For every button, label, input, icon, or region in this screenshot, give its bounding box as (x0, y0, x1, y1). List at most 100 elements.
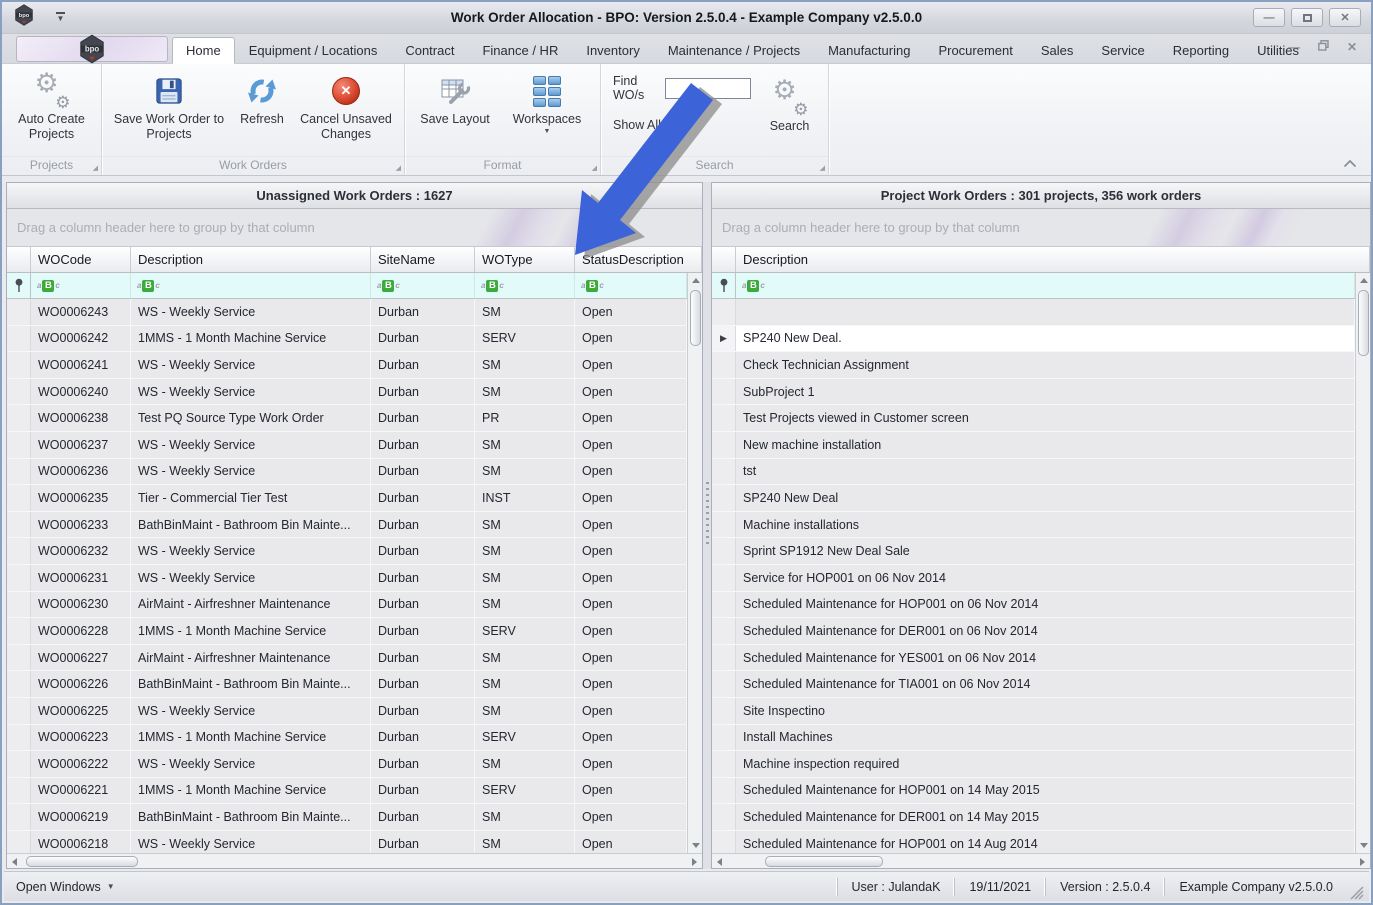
column-header-wocode[interactable]: WOCode (31, 247, 131, 272)
table-row[interactable]: Scheduled Maintenance for HOP001 on 14 M… (712, 777, 1355, 805)
table-row[interactable]: WO0006237 WS - Weekly Service Durban SM Open (7, 431, 687, 459)
table-row[interactable]: WO0006218 WS - Weekly Service Durban SM Open (7, 830, 687, 853)
dialog-launcher-icon[interactable]: ◢ (820, 165, 825, 172)
save-work-order-button[interactable]: Save Work Order to Projects (106, 67, 232, 156)
tab-contract[interactable]: Contract (391, 37, 468, 63)
filter-cell-wotype[interactable]: aBc (475, 273, 575, 298)
maximize-button[interactable] (1291, 8, 1323, 27)
auto-create-projects-button[interactable]: ⚙ ⚙ Auto Create Projects (6, 67, 97, 156)
scrollbar-thumb[interactable] (26, 855, 138, 867)
scroll-up-icon[interactable] (688, 273, 703, 288)
tab-home[interactable]: Home (172, 37, 235, 64)
table-row[interactable]: tst (712, 458, 1355, 486)
table-row[interactable]: Install Machines (712, 724, 1355, 752)
table-row[interactable]: WO0006238 Test PQ Source Type Work Order D… (7, 405, 687, 432)
table-row[interactable]: WO0006222 WS - Weekly Service Durban SM Open (7, 751, 687, 778)
table-row[interactable]: Sprint SP1912 New Deal Sale (712, 538, 1355, 565)
table-row[interactable]: WO0006231 WS - Weekly Service Durban SM Open (7, 564, 687, 592)
table-row[interactable]: WO0006228 1MMS - 1 Month Machine Service D… (7, 618, 687, 645)
dialog-launcher-icon[interactable]: ◢ (592, 165, 597, 172)
show-all-checkbox[interactable] (667, 116, 685, 133)
mdi-minimize-icon[interactable]: — (1288, 40, 1300, 54)
refresh-button[interactable]: Refresh (232, 67, 292, 156)
right-group-by-bar[interactable]: Drag a column header here to group by th… (712, 209, 1370, 247)
table-row[interactable]: Machine installations (712, 511, 1355, 539)
table-row[interactable]: WO0006223 1MMS - 1 Month Machine Service D… (7, 724, 687, 752)
right-horizontal-scrollbar[interactable] (712, 853, 1370, 868)
find-wo-input[interactable] (664, 77, 751, 99)
column-header-statusdescription[interactable]: StatusDescription (575, 247, 702, 272)
filter-cell-statusdescription[interactable]: aBc (575, 273, 687, 298)
table-row[interactable]: WO0006233 BathBinMaint - Bathroom Bin Mai… (7, 511, 687, 539)
scroll-right-icon[interactable] (1355, 854, 1370, 869)
table-row[interactable]: WO0006235 Tier - Commercial Tier Test Durb… (7, 485, 687, 512)
dialog-launcher-icon[interactable]: ◢ (396, 165, 401, 172)
filter-pin-cell[interactable] (7, 273, 31, 298)
table-row[interactable] (712, 299, 1355, 326)
scroll-up-icon[interactable] (1356, 273, 1371, 288)
left-group-by-bar[interactable]: Drag a column header here to group by th… (7, 209, 702, 247)
table-row[interactable]: Scheduled Maintenance for DER001 on 06 N… (712, 618, 1355, 645)
minimize-button[interactable]: — (1253, 8, 1285, 27)
table-row[interactable]: WO0006232 WS - Weekly Service Durban SM Open (7, 538, 687, 565)
column-header-description[interactable]: Description (131, 247, 371, 272)
table-row[interactable]: Scheduled Maintenance for TIA001 on 06 N… (712, 671, 1355, 698)
table-row[interactable]: Scheduled Maintenance for YES001 on 06 N… (712, 644, 1355, 672)
table-row[interactable]: WO0006221 1MMS - 1 Month Machine Service D… (7, 777, 687, 805)
table-row[interactable]: WO0006243 WS - Weekly Service Durban SM Open (7, 299, 687, 326)
table-row[interactable]: WO0006242 1MMS - 1 Month Machine Service D… (7, 325, 687, 353)
mdi-restore-icon[interactable] (1318, 40, 1329, 54)
filter-cell-description[interactable]: aBc (736, 273, 1355, 298)
tab-procurement[interactable]: Procurement (924, 37, 1026, 63)
tab-manufacturing[interactable]: Manufacturing (814, 37, 924, 63)
tab-equipment-locations[interactable]: Equipment / Locations (235, 37, 392, 63)
workspaces-button[interactable]: Workspaces ▼ (501, 67, 593, 156)
table-row[interactable]: Check Technician Assignment (712, 352, 1355, 379)
table-row[interactable]: WO0006227 AirMaint - Airfreshner Maintena… (7, 644, 687, 672)
column-header-sitename[interactable]: SiteName (371, 247, 475, 272)
scroll-down-icon[interactable] (688, 838, 703, 853)
scroll-left-icon[interactable] (7, 854, 22, 869)
column-header-wotype[interactable]: WOType (475, 247, 575, 272)
table-row[interactable]: SubProject 1 (712, 378, 1355, 406)
right-vertical-scrollbar[interactable] (1355, 273, 1370, 853)
scroll-down-icon[interactable] (1356, 838, 1371, 853)
tab-reporting[interactable]: Reporting (1159, 37, 1243, 63)
column-header-description[interactable]: Description (736, 247, 1370, 272)
tab-service[interactable]: Service (1087, 37, 1158, 63)
filter-pin-cell[interactable] (712, 273, 736, 298)
tab-maintenance-projects[interactable]: Maintenance / Projects (654, 37, 814, 63)
table-row[interactable]: ▶ SP240 New Deal. (712, 325, 1355, 353)
table-row[interactable]: Machine inspection required (712, 751, 1355, 778)
table-row[interactable]: WO0006225 WS - Weekly Service Durban SM Open (7, 697, 687, 725)
scroll-right-icon[interactable] (687, 854, 702, 869)
tab-inventory[interactable]: Inventory (572, 37, 653, 63)
table-row[interactable]: Scheduled Maintenance for DER001 on 14 M… (712, 804, 1355, 831)
collapse-ribbon-icon[interactable] (1339, 155, 1361, 171)
open-windows-dropdown[interactable]: Open Windows ▼ (4, 880, 115, 894)
filter-cell-description[interactable]: aBc (131, 273, 371, 298)
close-button[interactable]: ✕ (1329, 8, 1361, 27)
left-horizontal-scrollbar[interactable] (7, 853, 702, 868)
table-row[interactable]: WO0006240 WS - Weekly Service Durban SM Open (7, 378, 687, 406)
scrollbar-thumb[interactable] (1357, 290, 1369, 356)
panel-splitter[interactable] (703, 182, 711, 869)
left-vertical-scrollbar[interactable] (687, 273, 702, 853)
filter-cell-sitename[interactable]: aBc (371, 273, 475, 298)
scrollbar-thumb[interactable] (689, 290, 701, 346)
cancel-unsaved-changes-button[interactable]: ✕ Cancel Unsaved Changes (292, 67, 400, 156)
scrollbar-thumb[interactable] (765, 855, 883, 867)
table-row[interactable]: Test Projects viewed in Customer screen (712, 405, 1355, 432)
application-menu-button[interactable]: bpo (16, 34, 168, 64)
table-row[interactable]: SP240 New Deal (712, 485, 1355, 512)
mdi-close-icon[interactable]: ✕ (1347, 40, 1357, 54)
table-row[interactable]: Scheduled Maintenance for HOP001 on 14 A… (712, 830, 1355, 853)
table-row[interactable]: WO0006226 BathBinMaint - Bathroom Bin Mai… (7, 671, 687, 698)
resize-grip-icon[interactable] (1349, 885, 1365, 901)
tab-sales[interactable]: Sales (1027, 37, 1088, 63)
search-button[interactable]: ⚙ ⚙ Search (761, 74, 818, 156)
table-row[interactable]: WO0006219 BathBinMaint - Bathroom Bin Mai… (7, 804, 687, 831)
scroll-left-icon[interactable] (712, 854, 727, 869)
table-row[interactable]: Site Inspectino (712, 697, 1355, 725)
save-layout-button[interactable]: Save Layout (409, 67, 501, 156)
